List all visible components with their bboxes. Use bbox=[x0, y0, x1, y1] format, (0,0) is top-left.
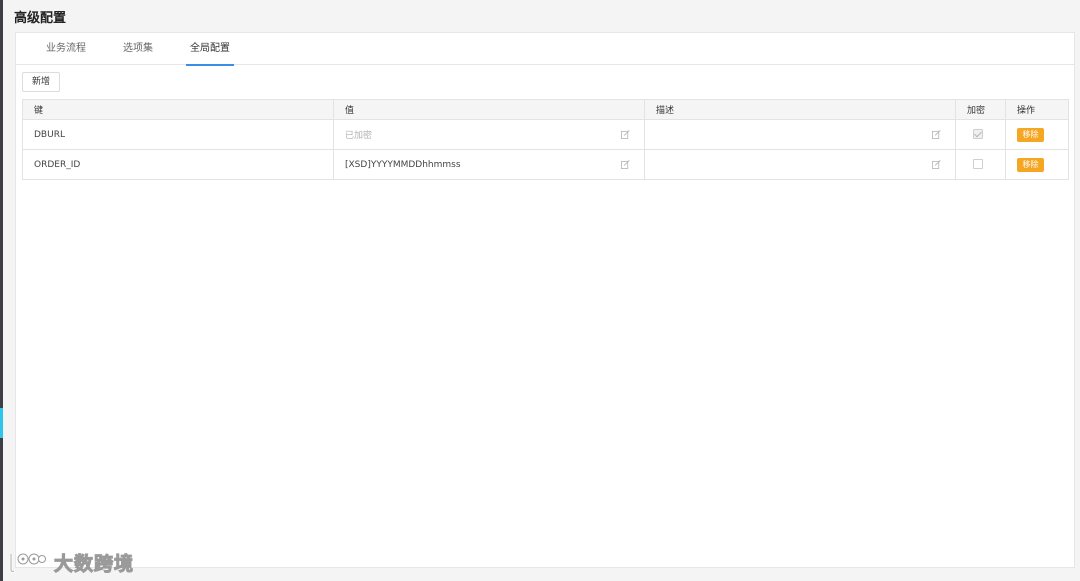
description-cell[interactable] bbox=[644, 149, 956, 180]
column-header-description: 描述 bbox=[644, 99, 956, 120]
description-cell[interactable] bbox=[644, 119, 956, 150]
brand-logo-icon bbox=[9, 553, 46, 573]
value-text: [XSD]YYYYMMDDhhmmss bbox=[345, 159, 461, 170]
config-panel: 业务流程 选项集 全局配置 新增 键 值 描述 加密 操作 DBURL 已加密 … bbox=[15, 32, 1075, 568]
table-row: ORDER_ID [XSD]YYYYMMDDhhmmss 移除 bbox=[22, 149, 1069, 180]
edit-icon[interactable] bbox=[932, 130, 941, 139]
remove-button[interactable]: 移除 bbox=[1017, 157, 1044, 172]
actions-cell: 移除 bbox=[1005, 119, 1069, 150]
watermark-text: 大数跨境 bbox=[53, 552, 135, 575]
value-cell[interactable]: 已加密 bbox=[333, 119, 645, 150]
value-cell[interactable]: [XSD]YYYYMMDDhhmmss bbox=[333, 149, 645, 180]
table-row: DBURL 已加密 移除 bbox=[22, 119, 1069, 150]
edit-icon[interactable] bbox=[621, 160, 630, 169]
column-header-encrypted: 加密 bbox=[955, 99, 1006, 120]
tab-option-set[interactable]: 选项集 bbox=[122, 33, 154, 65]
column-header-actions: 操作 bbox=[1005, 99, 1069, 120]
encrypted-checkbox[interactable] bbox=[973, 129, 983, 140]
tab-business-process[interactable]: 业务流程 bbox=[45, 33, 87, 65]
tab-global-config[interactable]: 全局配置 bbox=[186, 33, 234, 66]
key-cell: DBURL bbox=[22, 119, 334, 150]
edit-icon[interactable] bbox=[621, 130, 630, 139]
tab-bar: 业务流程 选项集 全局配置 bbox=[16, 33, 1074, 66]
column-header-key: 键 bbox=[22, 99, 334, 120]
actions-cell: 移除 bbox=[1005, 149, 1069, 180]
watermark: 大数跨境 bbox=[8, 549, 134, 575]
page-title: 高级配置 bbox=[14, 11, 67, 26]
value-text: 已加密 bbox=[345, 131, 373, 141]
sidebar-edge bbox=[0, 0, 3, 581]
encrypted-checkbox[interactable] bbox=[973, 159, 983, 170]
edit-icon[interactable] bbox=[932, 160, 941, 169]
table-header-row: 键 值 描述 加密 操作 bbox=[22, 99, 1069, 120]
column-header-value: 值 bbox=[333, 99, 645, 120]
sidebar-active-indicator bbox=[0, 408, 3, 438]
add-button[interactable]: 新增 bbox=[22, 72, 60, 92]
config-table: 键 值 描述 加密 操作 DBURL 已加密 移除 ORDER_ID [XSD]… bbox=[22, 99, 1069, 180]
encrypted-cell bbox=[955, 119, 1006, 150]
encrypted-cell bbox=[955, 149, 1006, 180]
key-cell: ORDER_ID bbox=[22, 149, 334, 180]
remove-button[interactable]: 移除 bbox=[1017, 127, 1044, 142]
